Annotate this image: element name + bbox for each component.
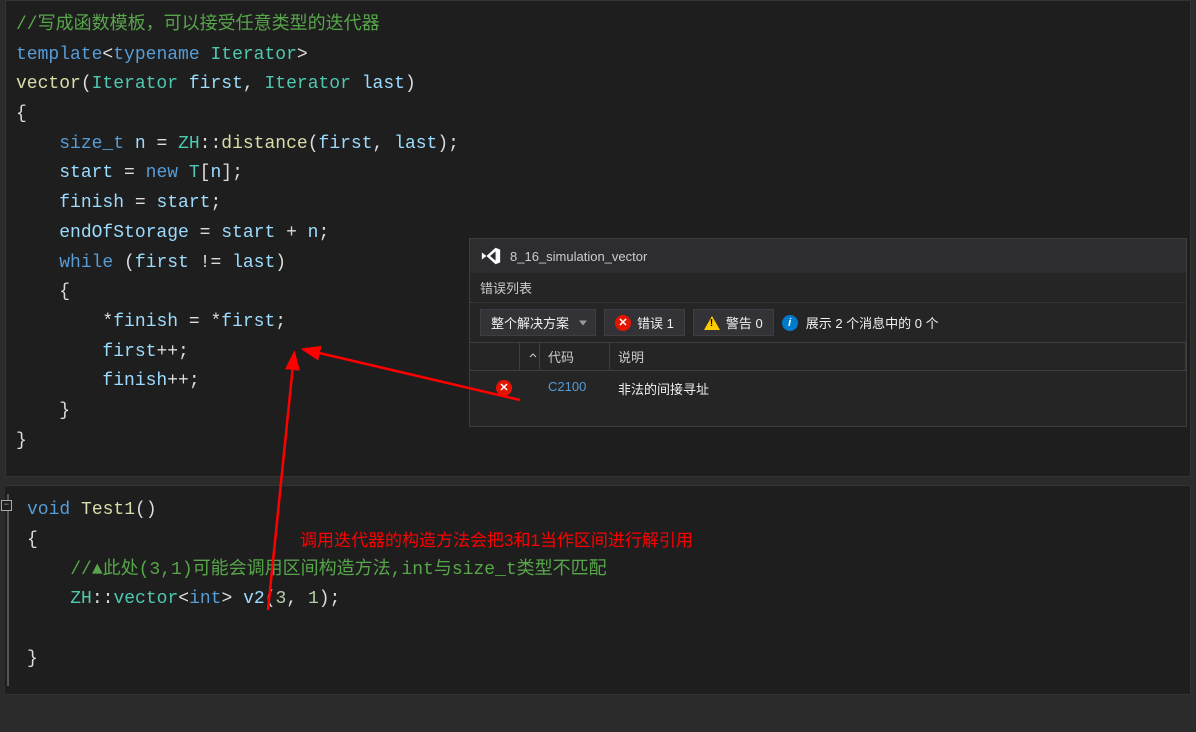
member-start: start	[59, 163, 113, 183]
error-count-label: 错误 1	[637, 313, 674, 332]
error-code-cell: C2100	[540, 377, 610, 400]
param-last: last	[362, 74, 405, 94]
literal-1: 1	[308, 589, 319, 609]
member-finish: finish	[113, 312, 178, 332]
type-iterator: Iterator	[210, 45, 296, 65]
var-last: last	[232, 253, 275, 273]
visual-studio-icon	[480, 245, 502, 267]
type-vector: vector	[113, 589, 178, 609]
var-v2: v2	[243, 589, 265, 609]
panel-subtitle: 错误列表	[470, 273, 1186, 303]
dropdown-label: 整个解决方案	[491, 316, 569, 331]
namespace-zh: ZH	[70, 589, 92, 609]
type-sizet: size_t	[59, 134, 124, 154]
func-test1: Test1	[81, 500, 135, 520]
keyword-template: template	[16, 45, 102, 65]
member-finish: finish	[59, 193, 124, 213]
error-icon: ✕	[496, 380, 512, 396]
type-iterator: Iterator	[92, 74, 178, 94]
error-filter-button[interactable]: ✕ 错误 1	[604, 309, 685, 336]
var-first: first	[102, 342, 156, 362]
member-finish: finish	[102, 371, 167, 391]
type-int: int	[189, 589, 221, 609]
th-code[interactable]: 代码	[540, 343, 610, 370]
member-start: start	[221, 223, 275, 243]
var-n: n	[210, 163, 221, 183]
var-n: n	[135, 134, 146, 154]
var-n: n	[308, 223, 319, 243]
arg-first: first	[319, 134, 373, 154]
keyword-typename: typename	[113, 45, 199, 65]
member-endofstorage: endOfStorage	[59, 223, 189, 243]
error-list-panel: 8_16_simulation_vector 错误列表 整个解决方案 ✕ 错误 …	[469, 238, 1187, 427]
type-T: T	[189, 163, 200, 183]
th-desc[interactable]: 说明	[610, 343, 1186, 370]
type-iterator: Iterator	[264, 74, 350, 94]
func-vector: vector	[16, 74, 81, 94]
fold-toggle-icon[interactable]: −	[1, 500, 12, 511]
panel-toolbar: 整个解决方案 ✕ 错误 1 警告 0 i 展示 2 个消息中的 0 个	[470, 303, 1186, 342]
literal-3: 3	[276, 589, 287, 609]
annotation-text: 调用迭代器的构造方法会把3和1当作区间进行解引用	[300, 526, 693, 551]
th-icon[interactable]	[470, 343, 520, 370]
warning-count-label: 警告 0	[726, 313, 763, 332]
info-icon: i	[782, 315, 798, 331]
panel-title: 8_16_simulation_vector	[470, 239, 1186, 273]
func-distance: distance	[221, 134, 307, 154]
code-block-bottom[interactable]: − void Test1() { //▲此处(3,1)可能会调用区间构造方法,i…	[5, 485, 1191, 695]
fold-guide-line	[7, 494, 9, 686]
info-text: 展示 2 个消息中的 0 个	[806, 313, 939, 332]
solution-dropdown[interactable]: 整个解决方案	[480, 309, 596, 336]
error-table-row[interactable]: ✕ C2100 非法的间接寻址	[470, 371, 1186, 406]
var-first: first	[221, 312, 275, 332]
row-icon-cell: ✕	[470, 377, 520, 400]
param-first: first	[189, 74, 243, 94]
member-start: start	[156, 193, 210, 213]
namespace-zh: ZH	[178, 134, 200, 154]
keyword-new: new	[146, 163, 178, 183]
error-desc-cell: 非法的间接寻址	[610, 377, 1186, 400]
comment-line: //写成函数模板，可以接受任意类型的迭代器	[16, 15, 380, 35]
keyword-while: while	[59, 253, 113, 273]
arg-last: last	[394, 134, 437, 154]
warning-icon	[704, 316, 720, 330]
var-first: first	[135, 253, 189, 273]
keyword-void: void	[27, 500, 70, 520]
error-table-header: 代码 说明	[470, 342, 1186, 371]
warning-filter-button[interactable]: 警告 0	[693, 309, 774, 336]
comment-line: //▲此处(3,1)可能会调用区间构造方法,int与size_t类型不匹配	[70, 560, 606, 580]
panel-title-text: 8_16_simulation_vector	[510, 249, 647, 264]
error-icon: ✕	[615, 315, 631, 331]
th-sort[interactable]	[520, 343, 540, 370]
